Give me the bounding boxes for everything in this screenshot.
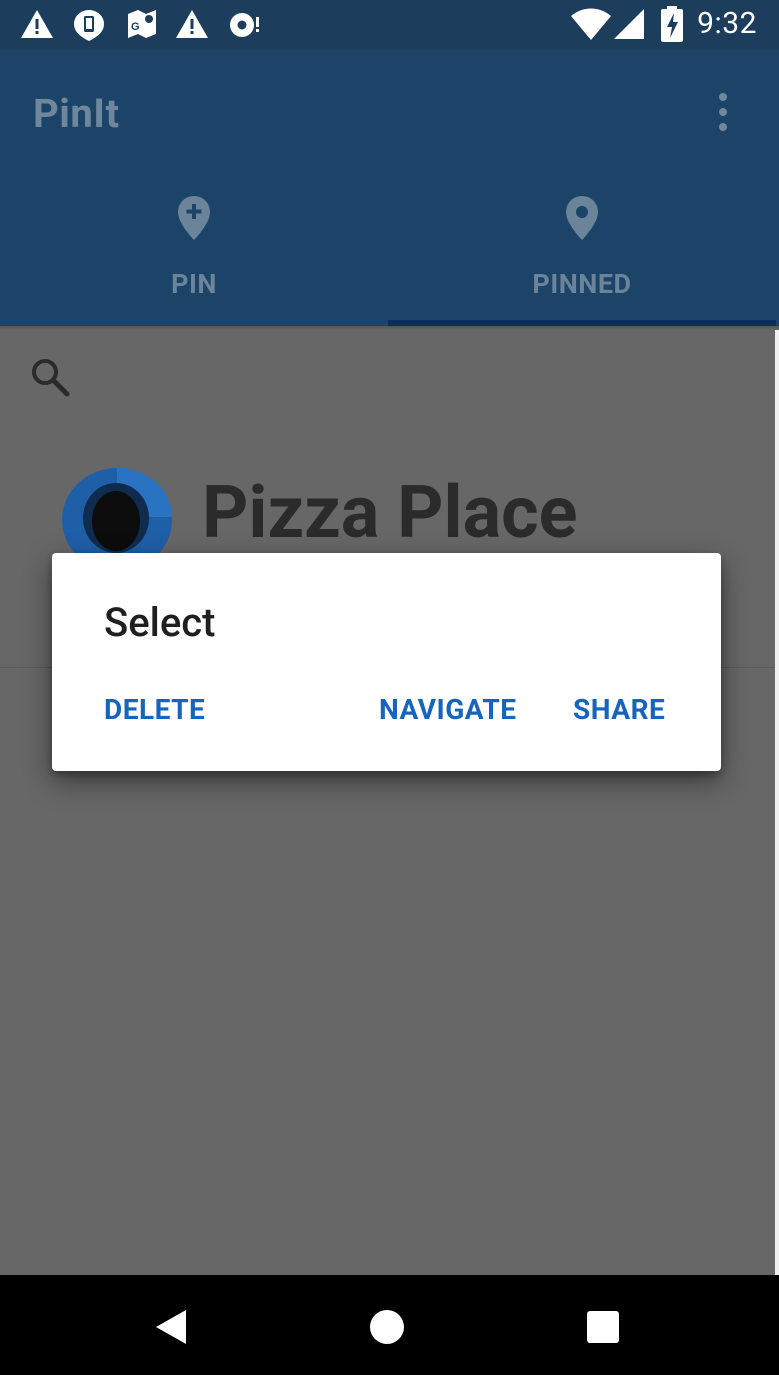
maps-icon: G [128, 10, 156, 38]
home-icon[interactable] [368, 1307, 406, 1347]
location-pin-icon [566, 196, 598, 240]
status-bar: G 9:32 [0, 0, 779, 50]
tab-bar: PIN PINNED [0, 175, 779, 326]
battery-charging-icon [661, 6, 683, 42]
phone-notification-icon [74, 10, 104, 41]
navigation-bar [0, 1275, 779, 1375]
tab-pin[interactable]: PIN [0, 175, 388, 326]
status-time: 9:32 [697, 6, 757, 41]
scroll-edge [775, 330, 779, 1275]
add-location-icon [178, 196, 210, 240]
warning-icon [21, 10, 53, 38]
tab-pin-label: PIN [171, 268, 217, 300]
cellular-signal-icon [614, 9, 644, 39]
navigate-button[interactable]: NAVIGATE [379, 693, 517, 726]
svg-text:G: G [131, 21, 140, 33]
recents-icon[interactable] [585, 1307, 621, 1347]
app-bar: PinIt [0, 50, 779, 175]
dialog-title: Select [104, 599, 216, 646]
wifi-icon [571, 8, 611, 40]
search-icon[interactable] [28, 355, 72, 399]
app-title: PinIt [33, 90, 120, 137]
warning-icon [176, 10, 208, 38]
select-dialog: Select DELETE NAVIGATE SHARE [52, 553, 721, 771]
share-button[interactable]: SHARE [573, 693, 665, 726]
more-vert-icon[interactable] [706, 90, 740, 134]
back-icon[interactable] [152, 1307, 190, 1347]
sync-icon [230, 13, 259, 37]
tabs-shadow [0, 326, 779, 330]
tab-pinned-label: PINNED [532, 268, 632, 300]
delete-button[interactable]: DELETE [104, 693, 205, 726]
pin-logo-icon [62, 468, 172, 555]
tab-pinned[interactable]: PINNED [388, 175, 776, 326]
pin-name: Pizza Place [202, 470, 578, 555]
